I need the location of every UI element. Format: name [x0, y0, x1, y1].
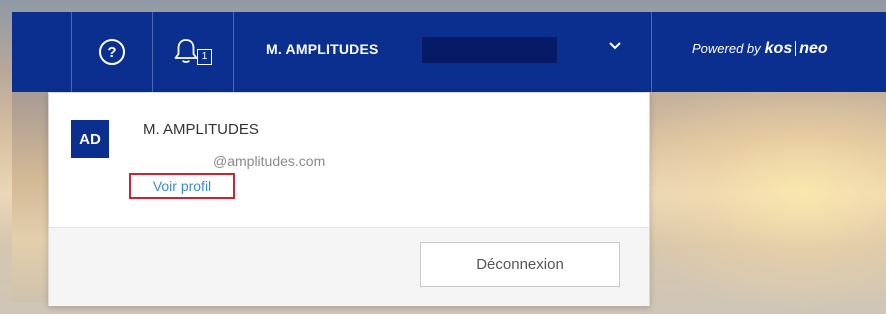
avatar: AD: [71, 120, 109, 158]
top-navbar: ? 1 M. AMPLITUDES Powered by kos neo: [12, 12, 886, 92]
view-profile-label: Voir profil: [152, 178, 212, 194]
redacted-email-block: [143, 151, 215, 169]
notification-count-badge: 1: [197, 49, 212, 65]
powered-by-label: Powered by kos neo: [692, 40, 828, 57]
user-menu-toggle[interactable]: M. AMPLITUDES: [252, 12, 652, 92]
dropdown-footer: Déconnexion: [49, 227, 649, 306]
background-left-strip: [12, 92, 52, 302]
profile-name: M. AMPLITUDES: [143, 121, 259, 138]
view-profile-link[interactable]: Voir profil: [129, 173, 235, 199]
bell-icon: 1: [173, 37, 213, 67]
user-name: M. AMPLITUDES: [266, 41, 379, 57]
question-circle-icon: ?: [99, 39, 125, 65]
logout-button[interactable]: Déconnexion: [420, 242, 620, 287]
brand-logo: kos neo: [764, 40, 828, 57]
notifications-button[interactable]: 1: [153, 12, 233, 92]
profile-email: @amplitudes.com: [213, 153, 326, 169]
user-dropdown-panel: AD M. AMPLITUDES @amplitudes.com Voir pr…: [48, 92, 650, 306]
sunset-glow: [610, 92, 886, 314]
chevron-down-icon: [609, 42, 621, 50]
navbar-divider: [233, 12, 234, 92]
redacted-name-block: [422, 37, 557, 63]
help-button[interactable]: ?: [72, 12, 152, 92]
navbar-divider: [651, 12, 652, 92]
